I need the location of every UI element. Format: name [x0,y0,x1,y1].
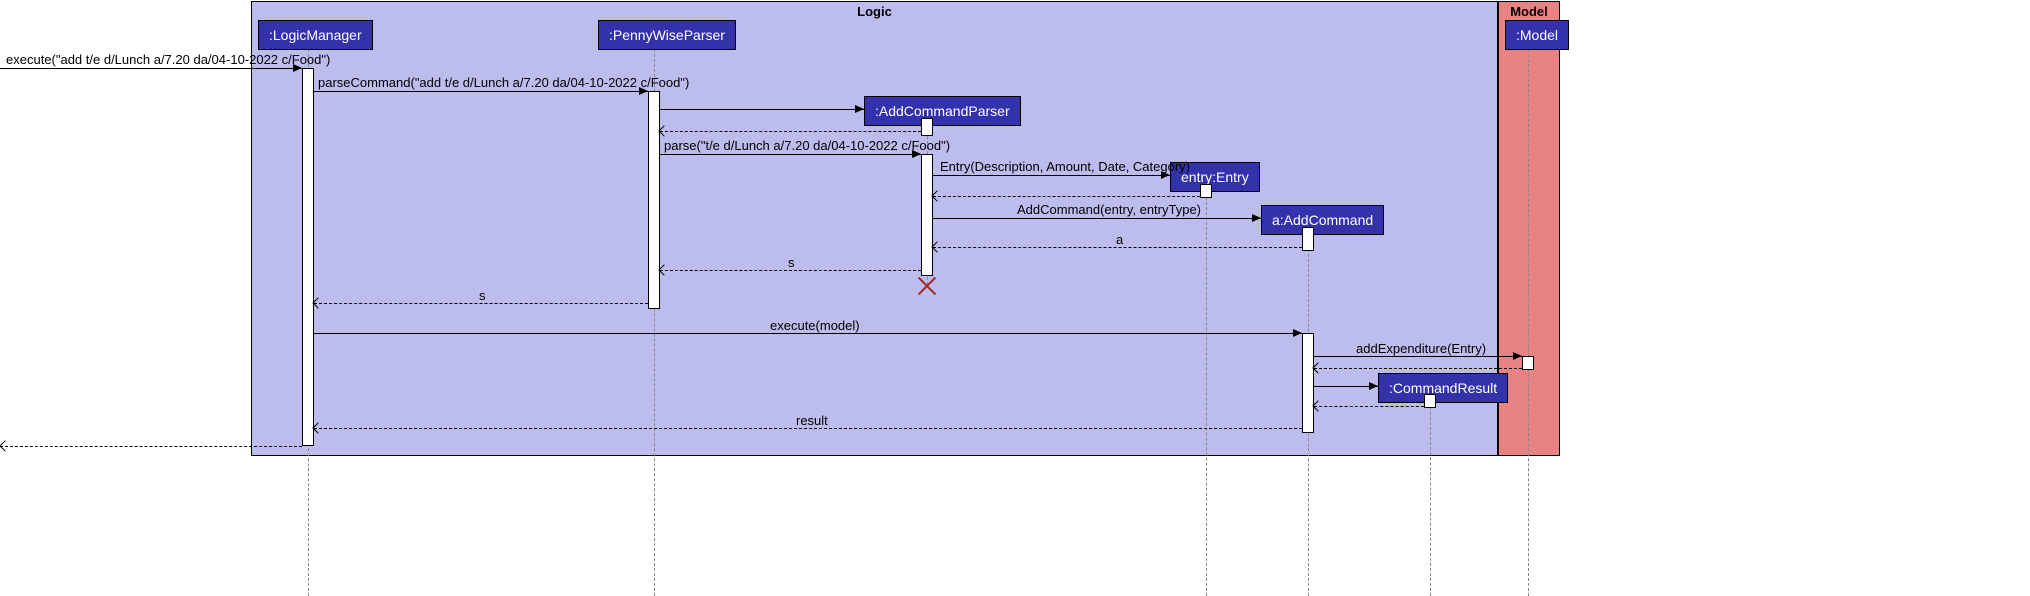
logic-region-title: Logic [857,4,892,19]
arrow-icon [1252,214,1261,222]
return-create-add-command-parser [660,131,921,132]
message-text-add-expenditure: addExpenditure(Entry) [1356,341,1486,356]
return-s-2 [314,303,648,304]
return-external [0,446,302,447]
return-s-1 [660,270,921,271]
activation-model [1522,356,1534,370]
message-entry [933,175,1170,176]
lifeline-model [1528,44,1529,596]
activation-add-command-parser-2 [921,154,933,276]
activation-command-result [1424,394,1436,408]
lifeline-entry [1206,187,1207,596]
participant-add-command-parser: :AddCommandParser [864,96,1021,126]
message-add-command [933,218,1261,219]
participant-model: :Model [1505,20,1569,50]
arrow-icon [1369,382,1378,390]
message-create-add-command-parser [660,109,864,110]
return-a [933,247,1302,248]
message-text-entry: Entry(Description, Amount, Date, Categor… [940,159,1190,174]
arrow-icon [1513,352,1522,360]
participant-command-result: :CommandResult [1378,373,1508,403]
return-command-result [1314,406,1424,407]
return-text-a: a [1116,232,1123,247]
model-region-title: Model [1510,4,1548,19]
return-text-s-1: s [788,255,795,270]
return-add-expenditure [1314,368,1522,369]
message-parse-command [314,91,648,92]
return-text-result: result [796,413,828,428]
activation-pennywise-parser [648,91,660,309]
arrow-icon [855,105,864,113]
activation-add-command-parser-1 [921,118,933,136]
activation-entry [1200,184,1212,198]
message-add-expenditure [1314,356,1522,357]
return-text-s-2: s [479,288,486,303]
message-execute-model [314,333,1302,334]
arrow-icon [1293,329,1302,337]
message-execute [0,68,302,69]
activation-logic-manager [302,68,314,446]
activation-add-command-1 [1302,227,1314,251]
lifeline-command-result [1430,397,1431,596]
return-entry [933,196,1200,197]
message-text-execute-model: execute(model) [770,318,860,333]
participant-pennywise-parser: :PennyWiseParser [598,20,736,50]
message-parse [660,154,921,155]
message-text-parse-command: parseCommand("add t/e d/Lunch a/7.20 da/… [318,75,689,90]
message-text-add-command: AddCommand(entry, entryType) [1017,202,1201,217]
message-text-parse: parse("t/e d/Lunch a/7.20 da/04-10-2022 … [664,138,950,153]
activation-add-command-2 [1302,333,1314,433]
participant-logic-manager: :LogicManager [258,20,373,50]
destroy-icon [917,276,937,296]
arrow-open-icon [0,440,11,451]
message-text-execute: execute("add t/e d/Lunch a/7.20 da/04-10… [6,52,330,67]
participant-add-command: a:AddCommand [1261,205,1384,235]
return-result [314,428,1302,429]
